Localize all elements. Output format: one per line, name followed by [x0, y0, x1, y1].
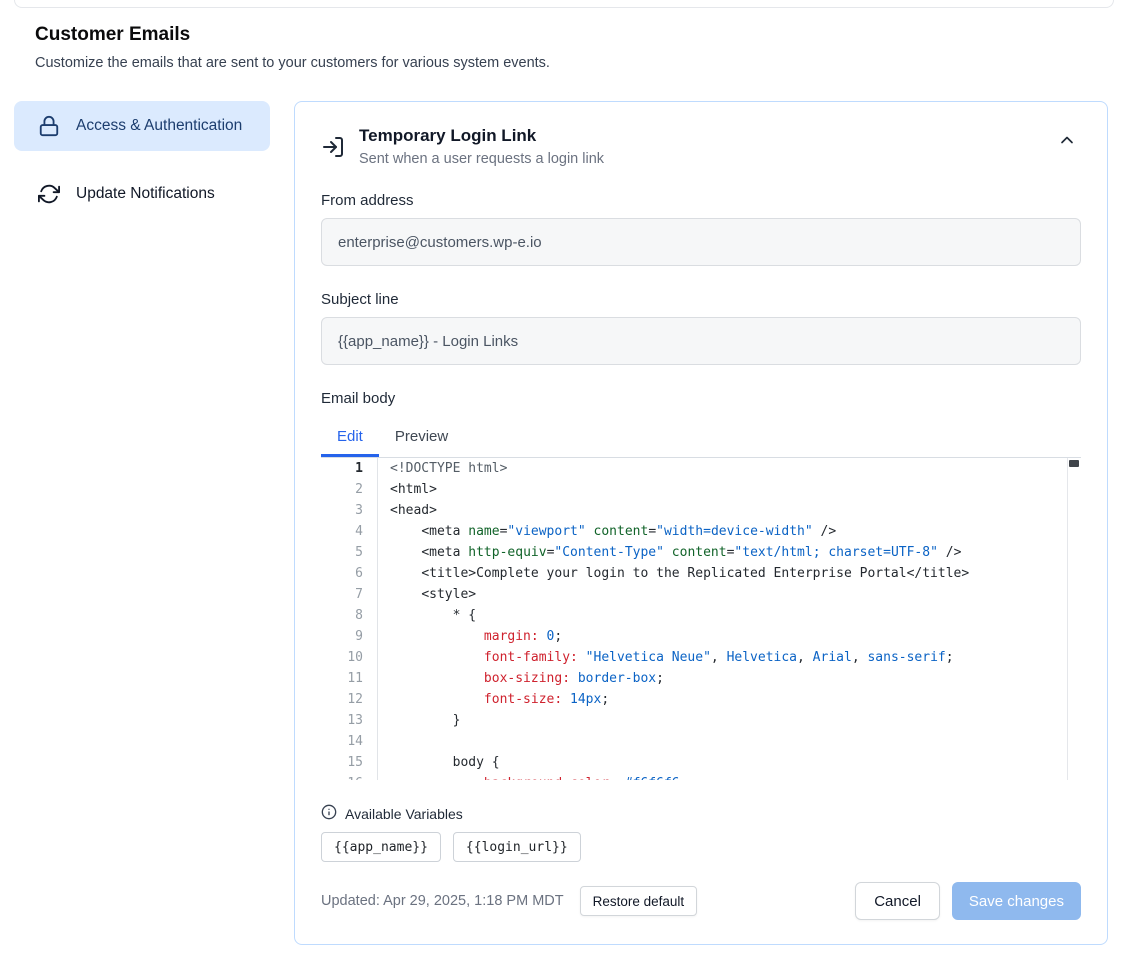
sidebar-item-access-authentication[interactable]: Access & Authentication [14, 101, 270, 151]
tab-edit[interactable]: Edit [321, 417, 379, 457]
from-address-label: From address [321, 192, 1081, 209]
code-line: 12 font-size: 14px; [321, 689, 1081, 710]
line-number: 14 [321, 731, 378, 752]
card-header: Temporary Login Link Sent when a user re… [321, 126, 1081, 167]
lock-icon [38, 115, 60, 137]
variable-chips: {{app_name}} {{login_url}} [321, 832, 1081, 862]
editor-scrollbar[interactable] [1067, 458, 1081, 780]
card-title: Temporary Login Link [359, 126, 1039, 146]
collapse-button[interactable] [1053, 126, 1081, 157]
code-text [378, 731, 390, 752]
line-number: 2 [321, 479, 378, 500]
line-number: 11 [321, 668, 378, 689]
code-text: body { [378, 752, 500, 773]
sidebar-item-label: Access & Authentication [76, 114, 242, 138]
code-text: <style> [378, 584, 476, 605]
line-number: 9 [321, 626, 378, 647]
code-text: * { [378, 605, 476, 626]
code-line: 14 [321, 731, 1081, 752]
chevron-up-icon [1057, 130, 1077, 153]
line-number: 4 [321, 521, 378, 542]
code-text: <!DOCTYPE html> [378, 458, 507, 479]
variable-chip-login-url[interactable]: {{login_url}} [453, 832, 581, 862]
code-line: 11 box-sizing: border-box; [321, 668, 1081, 689]
updated-timestamp: Updated: Apr 29, 2025, 1:18 PM MDT [321, 893, 564, 909]
code-editor[interactable]: 1<!DOCTYPE html>2<html>3<head>4 <meta na… [321, 458, 1081, 780]
code-text: } [378, 710, 460, 731]
code-line: 16 background-color: #f6f6f6; [321, 773, 1081, 780]
line-number: 13 [321, 710, 378, 731]
code-text: <meta name="viewport" content="width=dev… [378, 521, 836, 542]
email-body-label: Email body [321, 390, 1081, 407]
code-text: background-color: #f6f6f6; [378, 773, 687, 780]
line-number: 10 [321, 647, 378, 668]
log-in-icon [321, 135, 345, 159]
code-line: 2<html> [321, 479, 1081, 500]
code-text: font-size: 14px; [378, 689, 609, 710]
sidebar: Access & Authentication Update Notificat… [14, 101, 270, 219]
sidebar-item-update-notifications[interactable]: Update Notifications [14, 169, 270, 219]
editor-tab-bar: Edit Preview [321, 417, 1081, 458]
restore-default-button[interactable]: Restore default [580, 886, 698, 916]
code-text: box-sizing: border-box; [378, 668, 664, 689]
variable-chip-app-name[interactable]: {{app_name}} [321, 832, 441, 862]
line-number: 15 [321, 752, 378, 773]
code-line: 8 * { [321, 605, 1081, 626]
code-text: <meta http-equiv="Content-Type" content=… [378, 542, 961, 563]
code-line: 5 <meta http-equiv="Content-Type" conten… [321, 542, 1081, 563]
refresh-icon [38, 183, 60, 205]
page-header: Customer Emails Customize the emails tha… [35, 24, 1093, 71]
save-changes-button[interactable]: Save changes [952, 882, 1081, 920]
available-variables-label: Available Variables [345, 806, 463, 822]
line-number: 8 [321, 605, 378, 626]
code-line: 4 <meta name="viewport" content="width=d… [321, 521, 1081, 542]
editor-scrollbar-thumb[interactable] [1069, 460, 1079, 467]
line-number: 7 [321, 584, 378, 605]
line-number: 16 [321, 773, 378, 780]
info-icon [321, 804, 337, 823]
page-subtitle: Customize the emails that are sent to yo… [35, 55, 1093, 71]
from-address-input[interactable] [321, 218, 1081, 266]
code-line: 6 <title>Complete your login to the Repl… [321, 563, 1081, 584]
line-number: 1 [321, 458, 378, 479]
code-text: <title>Complete your login to the Replic… [378, 563, 969, 584]
code-text: margin: 0; [378, 626, 562, 647]
code-text: <head> [378, 500, 437, 521]
code-line: 13 } [321, 710, 1081, 731]
code-line: 9 margin: 0; [321, 626, 1081, 647]
editor-lines: 1<!DOCTYPE html>2<html>3<head>4 <meta na… [321, 458, 1081, 780]
line-number: 6 [321, 563, 378, 584]
subject-line-label: Subject line [321, 291, 1081, 308]
card-footer: Updated: Apr 29, 2025, 1:18 PM MDT Resto… [321, 882, 1081, 920]
subject-line-input[interactable] [321, 317, 1081, 365]
email-settings-card: Temporary Login Link Sent when a user re… [294, 101, 1108, 945]
tab-preview[interactable]: Preview [379, 417, 464, 457]
code-line: 1<!DOCTYPE html> [321, 458, 1081, 479]
code-line: 7 <style> [321, 584, 1081, 605]
page-title: Customer Emails [35, 24, 1093, 46]
line-number: 12 [321, 689, 378, 710]
available-variables-row: Available Variables [321, 804, 1081, 823]
code-line: 15 body { [321, 752, 1081, 773]
code-line: 10 font-family: "Helvetica Neue", Helvet… [321, 647, 1081, 668]
sidebar-item-label: Update Notifications [76, 182, 215, 206]
line-number: 5 [321, 542, 378, 563]
line-number: 3 [321, 500, 378, 521]
code-text: font-family: "Helvetica Neue", Helvetica… [378, 647, 954, 668]
card-subtitle: Sent when a user requests a login link [359, 151, 1039, 167]
code-line: 3<head> [321, 500, 1081, 521]
top-card-edge [14, 0, 1114, 8]
code-text: <html> [378, 479, 437, 500]
cancel-button[interactable]: Cancel [855, 882, 940, 920]
